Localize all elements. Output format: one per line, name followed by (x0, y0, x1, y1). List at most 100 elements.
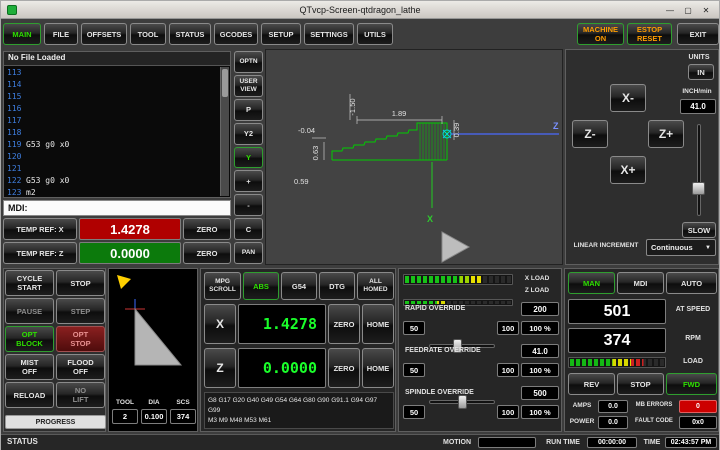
dim-small-label: -0.04 (298, 126, 315, 135)
slider-handle[interactable] (692, 182, 705, 195)
gcode-scrollbar-thumb[interactable] (222, 69, 228, 97)
spindle-stop-button[interactable]: STOP (617, 373, 664, 395)
clear-view-button[interactable]: C (234, 218, 263, 240)
spindle-rpm-display: 374 (568, 328, 666, 353)
g54-offset-button[interactable]: G54 (281, 272, 317, 300)
flood-button[interactable]: FLOOD OFF (56, 354, 105, 380)
minimize-button[interactable]: — (663, 4, 677, 16)
slow-jog-button[interactable]: SLOW (682, 222, 716, 238)
jog-z-plus-button[interactable]: Z+ (648, 120, 684, 148)
all-homed-button[interactable]: ALL HOMED (357, 272, 394, 300)
jog-x-plus-button[interactable]: X+ (610, 156, 646, 184)
feedrate-override-slider[interactable] (429, 395, 495, 409)
temp-ref-z-display: 0.0000 (79, 242, 181, 264)
view-y2-button[interactable]: Y2 (234, 123, 263, 145)
dtg-button[interactable]: DTG (319, 272, 355, 300)
home-x-button[interactable]: HOME (362, 304, 394, 344)
jog-x-minus-button[interactable]: X- (610, 84, 646, 112)
gcode-file-panel[interactable]: No File Loaded 113 114 115 116 117 118 1… (3, 51, 231, 198)
tool-number-display: 2 (112, 409, 138, 424)
auto-mode-button[interactable]: AUTO (666, 272, 717, 294)
gcode-line[interactable]: 113 (4, 67, 220, 79)
estop-reset-button[interactable]: ESTOP RESET (627, 23, 672, 45)
dimension-annotations: 1.89 0.39 -1.50 -0.04 0.63 0.59 (294, 94, 461, 186)
mpg-scroll-button[interactable]: MPG SCROLL (204, 272, 241, 300)
mb-errors-label: MB ERRORS (631, 402, 677, 409)
gcode-line[interactable]: 120 (4, 151, 220, 163)
tool-diameter-label: DIA (141, 399, 167, 406)
tab-status[interactable]: STATUS (169, 23, 211, 45)
tab-offsets[interactable]: OFFSETS (81, 23, 127, 45)
tab-settings[interactable]: SETTINGS (304, 23, 354, 45)
main-tab-bar: MAIN FILE OFFSETS TOOL STATUS GCODES SET… (3, 23, 393, 45)
amps-label: AMPS (568, 402, 596, 409)
tab-utils[interactable]: UTILS (357, 23, 393, 45)
gcode-line[interactable]: 119G53 g0 x0 (4, 139, 220, 151)
axis-x-button[interactable]: X (204, 304, 236, 344)
gcode-line-text: G53 g0 x0 (26, 140, 69, 149)
chevron-down-icon: ▼ (705, 245, 711, 251)
view-y-button[interactable]: Y (234, 147, 263, 169)
manual-mode-button[interactable]: MAN (568, 272, 615, 294)
slider-handle[interactable] (458, 395, 467, 409)
view-options-button[interactable]: OPTN (234, 51, 263, 73)
axis-z-button[interactable]: Z (204, 348, 236, 388)
pause-button[interactable]: PAUSE (5, 298, 54, 324)
gcode-line[interactable]: 122G53 g0 x0 (4, 175, 220, 187)
spindle-forward-button[interactable]: FWD (666, 373, 717, 395)
gcode-line[interactable]: 123m2 (4, 187, 220, 197)
pan-button[interactable]: PAN (234, 242, 263, 264)
close-button[interactable]: ✕ (699, 4, 713, 16)
tab-setup[interactable]: SETUP (261, 23, 301, 45)
zoom-out-button[interactable]: - (234, 194, 263, 216)
no-lift-button[interactable]: NO LIFT (56, 382, 105, 408)
tab-file[interactable]: FILE (44, 23, 78, 45)
gcode-line-list[interactable]: 113 114 115 116 117 118 119G53 g0 x0 120… (4, 67, 220, 197)
gcode-line[interactable]: 118 (4, 127, 220, 139)
reload-button[interactable]: RELOAD (5, 382, 54, 408)
zoom-in-button[interactable]: + (234, 170, 263, 192)
gcode-line[interactable]: 114 (4, 79, 220, 91)
tab-tool[interactable]: TOOL (130, 23, 166, 45)
optional-stop-button[interactable]: OPT STOP (56, 326, 105, 352)
spindle-reverse-button[interactable]: REV (568, 373, 615, 395)
machine-on-button[interactable]: MACHINE ON (577, 23, 624, 45)
mdi-mode-button[interactable]: MDI (617, 272, 664, 294)
abs-mode-button[interactable]: ABS (243, 272, 279, 300)
mdi-entry[interactable]: MDI: (3, 200, 231, 216)
tab-gcodes[interactable]: GCODES (214, 23, 258, 45)
power-label: POWER (568, 418, 596, 425)
gcode-line[interactable]: 117 (4, 115, 220, 127)
zero-x-button[interactable]: ZERO (328, 304, 360, 344)
step-button[interactable]: STEP (56, 298, 105, 324)
linear-increment-combo[interactable]: Continuous ▼ (646, 239, 716, 256)
tab-main[interactable]: MAIN (3, 23, 41, 45)
gcode-line[interactable]: 116 (4, 103, 220, 115)
view-p-button[interactable]: P (234, 99, 263, 121)
units-toggle-button[interactable]: IN (688, 64, 714, 80)
mb-errors-display: 0 (679, 400, 717, 413)
gcode-line[interactable]: 121 (4, 163, 220, 175)
maximize-button[interactable]: ▢ (681, 4, 695, 16)
feedrate-percent-display: 100 % (521, 363, 559, 377)
mist-button[interactable]: MIST OFF (5, 354, 54, 380)
temp-ref-x-button[interactable]: TEMP REF: X (3, 218, 77, 240)
jog-z-minus-button[interactable]: Z- (572, 120, 608, 148)
temp-ref-x-zero-button[interactable]: ZERO (183, 218, 231, 240)
temp-ref-z-zero-button[interactable]: ZERO (183, 242, 231, 264)
user-view-button[interactable]: USER VIEW (234, 75, 263, 97)
linear-increment-label: LINEAR INCREMENT (568, 242, 644, 249)
gcode-scrollbar[interactable] (220, 67, 229, 196)
gcode-graphics-view[interactable]: Z X 1.89 0.39 (265, 49, 563, 265)
optional-block-button[interactable]: OPT BLOCK (5, 326, 54, 352)
home-z-button[interactable]: HOME (362, 348, 394, 388)
jog-rate-slider[interactable] (692, 124, 705, 216)
rapid-override-value: 200 (521, 302, 559, 316)
gcode-line[interactable]: 115 (4, 91, 220, 103)
cycle-start-button[interactable]: CYCLE START (5, 270, 54, 296)
zero-z-button[interactable]: ZERO (328, 348, 360, 388)
temp-ref-z-button[interactable]: TEMP REF: Z (3, 242, 77, 264)
exit-button[interactable]: EXIT (677, 23, 719, 45)
rapid-override-label: RAPID OVERRIDE (405, 305, 515, 313)
stop-button[interactable]: STOP (56, 270, 105, 296)
